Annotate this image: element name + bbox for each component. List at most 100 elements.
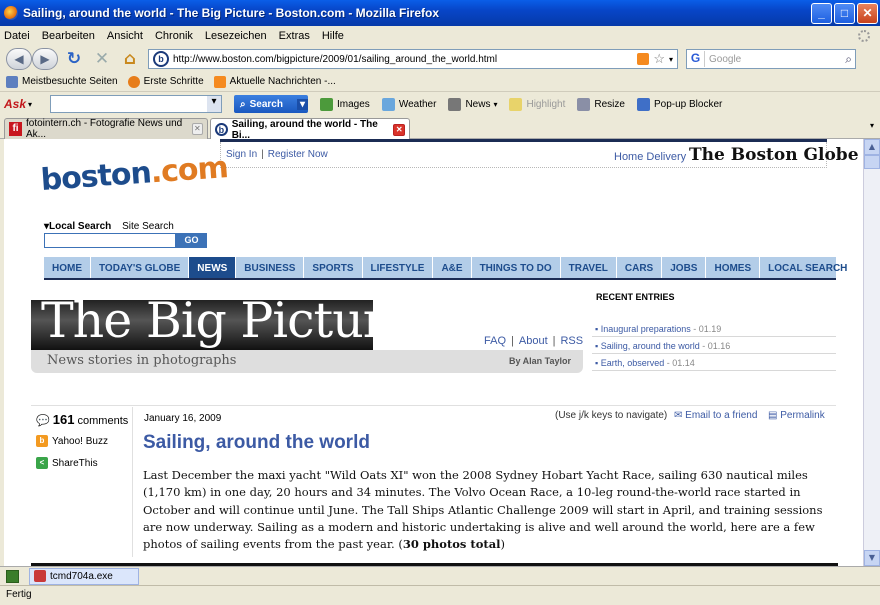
news-dropdown-icon: ▾ bbox=[493, 99, 498, 109]
nav-home[interactable]: HOME bbox=[44, 257, 91, 278]
rss-feed-icon[interactable] bbox=[637, 53, 650, 65]
minimize-button[interactable]: _ bbox=[811, 2, 832, 24]
tab-fotointern[interactable]: fi fotointern.ch - Fotografie News und A… bbox=[4, 118, 208, 140]
site-favicon-icon: b bbox=[153, 51, 169, 67]
recent-entry[interactable]: ▪ Sailing, around the world - 01.16 bbox=[592, 337, 836, 354]
yahoo-buzz-icon: b bbox=[36, 435, 48, 447]
menu-bearbeiten[interactable]: Bearbeiten bbox=[42, 30, 95, 42]
nav-homes[interactable]: HOMES bbox=[706, 257, 761, 278]
url-dropdown-icon[interactable]: ▾ bbox=[669, 55, 673, 64]
ask-resize-button[interactable]: Resize bbox=[577, 97, 625, 111]
tab-sailing[interactable]: b Sailing, around the world - The Bi... … bbox=[210, 118, 410, 141]
close-button[interactable]: ✕ bbox=[857, 2, 878, 24]
separator: | bbox=[511, 335, 514, 347]
google-engine-icon[interactable]: G bbox=[687, 51, 705, 67]
boston-com-logo[interactable]: boston.com bbox=[40, 150, 229, 198]
nav-jobs[interactable]: JOBS bbox=[662, 257, 707, 278]
stop-icon[interactable]: ✕ bbox=[90, 49, 114, 69]
nav-news[interactable]: NEWS bbox=[189, 257, 237, 278]
ask-popup-blocker-button[interactable]: Pop-up Blocker bbox=[636, 97, 722, 111]
search-options-dropdown-icon[interactable]: ▾ bbox=[296, 98, 309, 110]
local-search-option[interactable]: ▾Local Search bbox=[44, 221, 111, 232]
maximize-button[interactable]: □ bbox=[834, 2, 855, 24]
rss-link[interactable]: RSS bbox=[560, 335, 583, 347]
nav-sports[interactable]: SPORTS bbox=[304, 257, 363, 278]
register-link[interactable]: Register Now bbox=[268, 149, 328, 160]
sign-in-link[interactable]: Sign In bbox=[226, 149, 257, 160]
nav-things-to-do[interactable]: THINGS TO DO bbox=[472, 257, 561, 278]
bookmark-getting-started[interactable]: Erste Schritte bbox=[127, 75, 204, 88]
post-title[interactable]: Sailing, around the world bbox=[143, 432, 370, 454]
recent-entry[interactable]: ▪ Inaugural preparations - 01.19 bbox=[592, 320, 836, 337]
download-item[interactable]: tcmd704a.exe bbox=[29, 567, 139, 585]
highlighter-icon bbox=[509, 97, 523, 111]
bookmark-latest-news[interactable]: Aktuelle Nachrichten -... bbox=[213, 75, 336, 88]
fotointern-favicon-icon: fi bbox=[9, 122, 22, 136]
recent-entries-heading: RECENT ENTRIES bbox=[596, 292, 675, 302]
ask-highlight-button[interactable]: Highlight bbox=[509, 97, 565, 111]
tab-list-dropdown-icon[interactable]: ▾ bbox=[870, 121, 874, 130]
ask-logo-icon[interactable]: Ask bbox=[4, 97, 28, 111]
keyboard-nav-hint: (Use j/k keys to navigate) bbox=[555, 410, 668, 421]
yahoo-buzz-link[interactable]: b Yahoo! Buzz bbox=[36, 435, 108, 447]
menu-lesezeichen[interactable]: Lesezeichen bbox=[205, 30, 267, 42]
nav-business[interactable]: BUSINESS bbox=[236, 257, 305, 278]
search-bar[interactable]: G Google ⌕ bbox=[686, 49, 856, 69]
nav-travel[interactable]: TRAVEL bbox=[561, 257, 617, 278]
nav-cars[interactable]: CARS bbox=[617, 257, 663, 278]
byline: By Alan Taylor bbox=[508, 356, 571, 366]
forward-button[interactable]: ▶ bbox=[32, 48, 58, 70]
boston-globe-logo[interactable]: The Boston Globe bbox=[689, 145, 859, 165]
ask-search-button[interactable]: ⌕ Search ▾ bbox=[234, 95, 309, 113]
about-link[interactable]: About bbox=[519, 335, 548, 347]
nav-local-search[interactable]: LOCAL SEARCH bbox=[760, 257, 855, 278]
ask-menu-dropdown-icon[interactable]: ▾ bbox=[28, 100, 32, 109]
navigation-toolbar: ◀ ▶ ↻ ✕ ⌂ b http://www.boston.com/bigpic… bbox=[0, 46, 880, 72]
menu-chronik[interactable]: Chronik bbox=[155, 30, 193, 42]
big-picture-banner[interactable]: The Big Picture bbox=[31, 300, 373, 350]
menu-hilfe[interactable]: Hilfe bbox=[322, 30, 344, 42]
recent-entries-list: ▪ Inaugural preparations - 01.19 ▪ Saili… bbox=[592, 320, 836, 371]
download-manager-icon[interactable] bbox=[6, 569, 19, 583]
comments-link[interactable]: 💬 161 comments bbox=[36, 412, 128, 427]
ask-search-input[interactable] bbox=[50, 95, 223, 113]
vertical-scrollbar[interactable]: ▲ ▼ bbox=[863, 139, 880, 566]
local-search-input[interactable] bbox=[44, 233, 176, 248]
throbber-icon bbox=[858, 30, 870, 42]
back-button[interactable]: ◀ bbox=[6, 48, 32, 70]
site-search-option[interactable]: Site Search bbox=[122, 221, 174, 232]
home-icon[interactable]: ⌂ bbox=[118, 49, 142, 69]
firefox-icon bbox=[4, 6, 18, 20]
menu-extras[interactable]: Extras bbox=[279, 30, 310, 42]
recent-entry[interactable]: ▪ Earth, observed - 01.14 bbox=[592, 354, 836, 371]
post-date: January 16, 2009 bbox=[144, 413, 222, 424]
menu-ansicht[interactable]: Ansicht bbox=[107, 30, 143, 42]
url-bar[interactable]: b http://www.boston.com/bigpicture/2009/… bbox=[148, 49, 678, 69]
scroll-down-icon[interactable]: ▼ bbox=[864, 550, 880, 566]
tab-close-icon[interactable]: ✕ bbox=[191, 123, 203, 135]
nav-lifestyle[interactable]: LIFESTYLE bbox=[363, 257, 434, 278]
reload-icon[interactable]: ↻ bbox=[62, 49, 86, 69]
envelope-icon: ✉ bbox=[674, 410, 683, 421]
share-this-link[interactable]: < ShareThis bbox=[36, 457, 98, 469]
scroll-thumb[interactable] bbox=[864, 155, 880, 169]
magnifier-icon bbox=[577, 97, 591, 111]
ask-images-button[interactable]: Images bbox=[320, 97, 370, 111]
menu-datei[interactable]: Datei bbox=[4, 30, 30, 42]
ask-news-button[interactable]: News ▾ bbox=[448, 97, 498, 111]
scroll-up-icon[interactable]: ▲ bbox=[864, 139, 880, 155]
home-delivery-link[interactable]: Home Delivery bbox=[614, 151, 686, 163]
permalink-link[interactable]: ▤ Permalink bbox=[768, 410, 825, 421]
weather-icon bbox=[381, 97, 395, 111]
bookmark-star-icon[interactable]: ☆ bbox=[653, 51, 665, 67]
email-friend-link[interactable]: ✉ Email to a friend bbox=[674, 410, 757, 421]
ask-weather-button[interactable]: Weather bbox=[381, 97, 436, 111]
nav-todays-globe[interactable]: TODAY'S GLOBE bbox=[91, 257, 190, 278]
nav-arts-entertainment[interactable]: A&E bbox=[433, 257, 472, 278]
faq-link[interactable]: FAQ bbox=[484, 335, 506, 347]
go-button[interactable]: GO bbox=[176, 233, 207, 248]
rss-feed-icon bbox=[213, 75, 226, 88]
bookmark-most-visited[interactable]: Meistbesuchte Seiten bbox=[6, 75, 118, 88]
tab-close-icon[interactable]: ✕ bbox=[393, 123, 406, 136]
search-icon[interactable]: ⌕ bbox=[845, 52, 852, 67]
